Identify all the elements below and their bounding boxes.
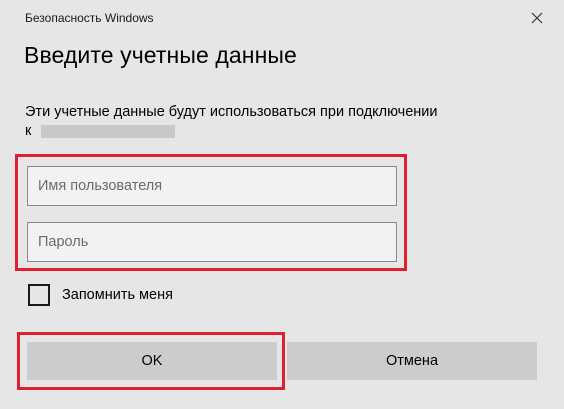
password-input[interactable] [27,222,397,262]
remember-me-label: Запомнить меня [62,287,173,303]
username-input[interactable] [27,166,397,206]
ok-button[interactable]: OK [27,342,277,380]
window-title: Безопасность Windows [25,11,154,25]
redacted-target-name [41,124,176,138]
dialog-heading: Введите учетные данные [24,42,297,68]
remember-me-checkbox[interactable]: Запомнить меня [28,284,173,306]
connection-target: к [25,123,176,139]
credentials-dialog: Безопасность Windows Введите учетные дан… [0,0,564,409]
cancel-button[interactable]: Отмена [287,342,537,380]
close-icon [531,12,543,24]
target-prefix: к [25,123,32,139]
dialog-message: Эти учетные данные будут использоваться … [25,104,438,120]
checkbox-box[interactable] [28,284,50,306]
close-button[interactable] [522,4,552,32]
